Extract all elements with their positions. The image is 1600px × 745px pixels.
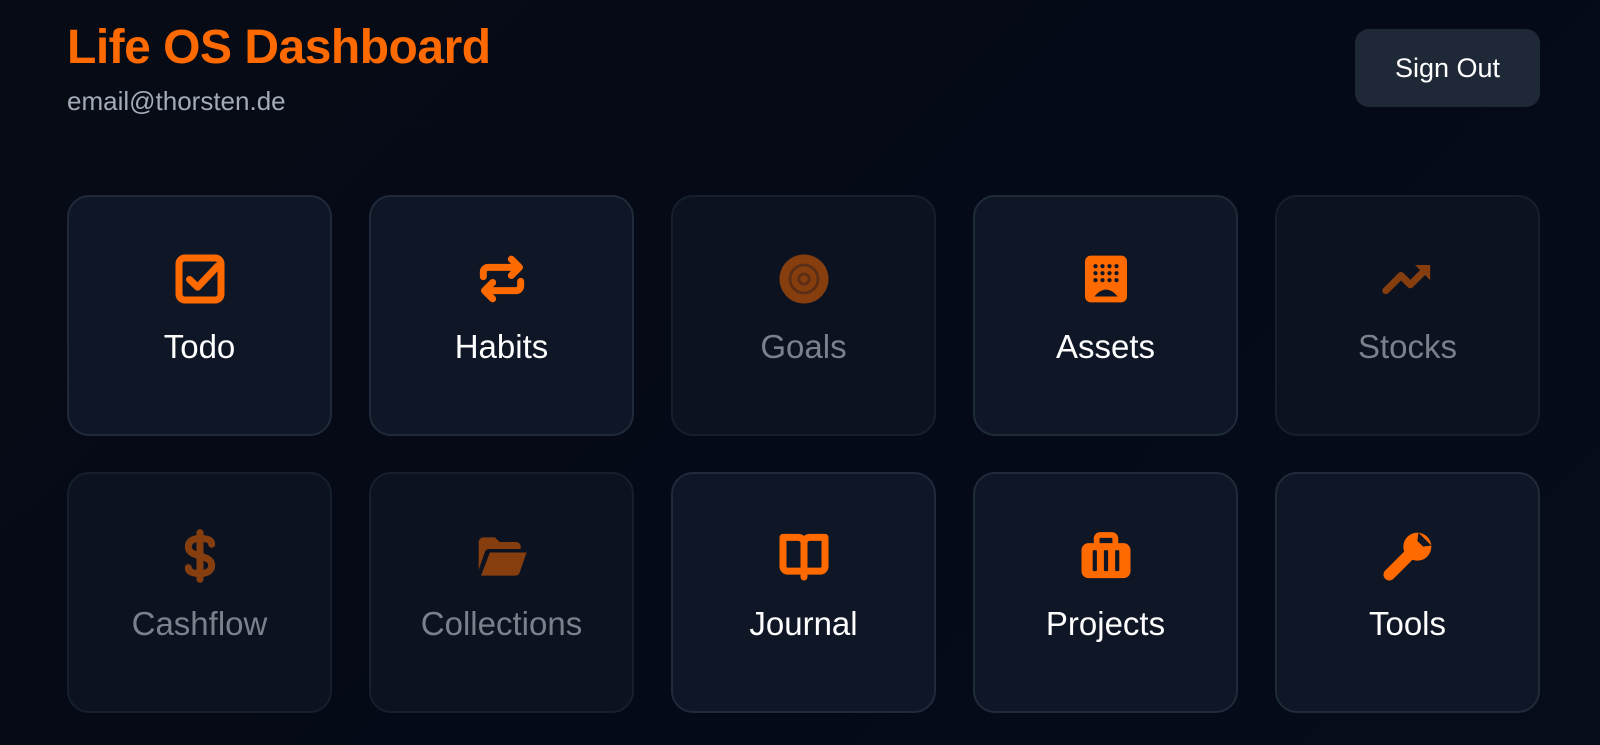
sign-out-button[interactable]: Sign Out <box>1355 29 1540 107</box>
building-icon <box>1076 249 1136 309</box>
tile-label: Cashflow <box>131 605 268 642</box>
tile-label: Journal <box>749 605 858 642</box>
tile-stocks[interactable]: Stocks <box>1275 195 1540 436</box>
user-email: email@thorsten.de <box>67 86 286 116</box>
tile-label: Collections <box>420 605 583 642</box>
tile-journal[interactable]: Journal <box>671 472 936 713</box>
book-open-icon <box>774 526 834 586</box>
tile-todo[interactable]: Todo <box>67 195 332 436</box>
briefcase-icon <box>1076 526 1136 586</box>
tile-goals[interactable]: Goals <box>671 195 936 436</box>
tile-habits[interactable]: Habits <box>369 195 634 436</box>
tile-assets[interactable]: Assets <box>973 195 1238 436</box>
dollar-icon <box>170 526 230 586</box>
tile-tools[interactable]: Tools <box>1275 472 1540 713</box>
tile-label: Todo <box>163 328 236 365</box>
tile-cashflow[interactable]: Cashflow <box>67 472 332 713</box>
app-grid: Todo Habits Goals Assets Stocks Cashflow… <box>67 195 1540 713</box>
tile-label: Goals <box>760 328 847 365</box>
tile-projects[interactable]: Projects <box>973 472 1238 713</box>
repeat-icon <box>472 249 532 309</box>
tile-collections[interactable]: Collections <box>369 472 634 713</box>
header: Life OS Dashboard email@thorsten.de <box>67 21 491 117</box>
tile-label: Habits <box>454 328 549 365</box>
page-title: Life OS Dashboard <box>67 21 491 74</box>
target-icon <box>774 249 834 309</box>
tile-label: Stocks <box>1357 328 1458 365</box>
checkbox-icon <box>170 249 230 309</box>
tile-label: Projects <box>1045 605 1166 642</box>
tile-label: Tools <box>1368 605 1447 642</box>
tile-label: Assets <box>1055 328 1156 365</box>
wrench-icon <box>1378 526 1438 586</box>
folder-open-icon <box>472 526 532 586</box>
trending-up-icon <box>1378 249 1438 309</box>
